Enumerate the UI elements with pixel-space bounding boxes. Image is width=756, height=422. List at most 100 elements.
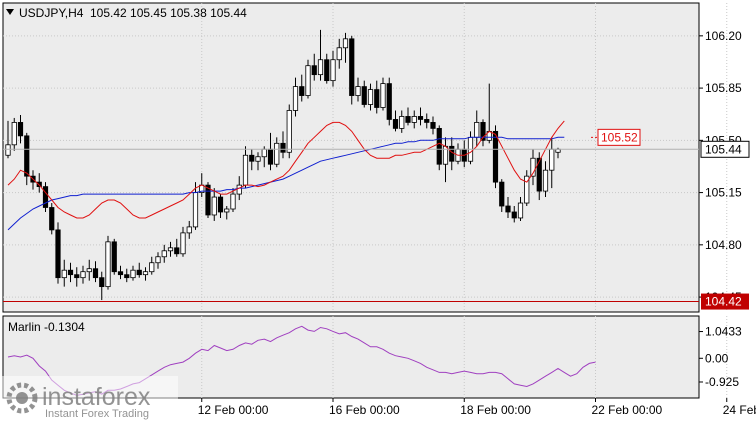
candle-body — [342, 38, 349, 49]
candle — [305, 59, 311, 99]
x-tick-label: 22 Feb 00:00 — [592, 403, 663, 417]
level-price-tag: 104.42 — [705, 295, 742, 309]
candle-body — [324, 59, 330, 82]
candle-body — [80, 271, 86, 279]
ohlc-label: 105.42 105.45 105.38 105.44 — [90, 6, 247, 20]
candle-body — [55, 229, 61, 279]
candle-body — [167, 247, 174, 252]
candle-body — [217, 196, 224, 213]
y-tick-label: 105.85 — [705, 81, 742, 95]
x-tick-label: 16 Feb 00:00 — [329, 403, 400, 417]
candle-body — [99, 277, 105, 288]
indicator-label: Marlin -0.1304 — [8, 320, 85, 334]
candle — [105, 235, 111, 290]
candle-body — [280, 142, 286, 153]
candle-body — [380, 83, 386, 108]
y-tick-label: 104.80 — [705, 238, 742, 252]
candle-body — [174, 247, 180, 255]
candle-body — [399, 116, 405, 129]
candle-body — [105, 241, 111, 288]
candle-body — [11, 122, 17, 146]
candle-body — [130, 269, 136, 279]
candle-body — [436, 127, 442, 165]
candle — [42, 182, 49, 212]
candle-body — [405, 116, 411, 123]
candle-body — [355, 86, 361, 96]
candle-body — [492, 130, 499, 183]
candle-body — [286, 110, 292, 153]
candle-body — [317, 59, 324, 76]
candle-body — [449, 145, 455, 162]
candle-body — [261, 148, 267, 158]
candle-body — [411, 116, 417, 123]
symbol-label: USDJPY,H4 — [19, 6, 84, 20]
candle-body — [311, 65, 317, 76]
candle-body — [17, 122, 24, 137]
candle-body — [367, 89, 374, 105]
candle — [436, 125, 442, 171]
candle-body — [136, 269, 142, 276]
candle-body — [92, 268, 99, 279]
watermark-tagline: Instant Forex Trading — [45, 408, 149, 420]
x-tick-label: 24 Feb 00:00 — [723, 403, 756, 417]
indicator-y-tick-label: 0.00 — [705, 351, 729, 365]
candle-body — [42, 186, 49, 208]
ma-price-tag: 105.52 — [601, 130, 638, 144]
candle-body — [111, 241, 117, 273]
y-tick-label: 105.15 — [705, 186, 742, 200]
candle-body — [86, 268, 92, 273]
candle-body — [255, 156, 261, 162]
candle-body — [24, 135, 30, 177]
candle-body — [242, 154, 249, 186]
candle-body — [267, 148, 274, 165]
candle-body — [336, 47, 342, 61]
indicator-y-tick-label: 1.0433 — [705, 325, 742, 339]
candle-body — [61, 269, 67, 279]
indicator-y-tick-label: -0.925 — [705, 375, 739, 389]
x-tick-label: 12 Feb 00:00 — [198, 403, 269, 417]
candle-body — [49, 207, 55, 231]
x-tick-label: 18 Feb 00:00 — [460, 403, 531, 417]
candle-body — [361, 86, 367, 105]
candle — [349, 35, 355, 105]
y-tick-label: 106.20 — [705, 29, 742, 43]
candle-body — [542, 169, 549, 192]
candle-body — [511, 211, 517, 219]
candle-body — [142, 271, 149, 276]
candle-body — [299, 86, 305, 96]
candle-body — [186, 226, 192, 234]
candle-body — [424, 119, 430, 123]
candle-body — [161, 250, 167, 258]
watermark-brand: instaforex — [42, 383, 151, 411]
candle-body — [374, 89, 380, 108]
candle-body — [180, 232, 186, 255]
candle-body — [205, 184, 211, 216]
candle — [286, 104, 292, 159]
candle-body — [430, 122, 436, 129]
candle-body — [192, 192, 199, 228]
candle-body — [274, 142, 280, 165]
candle-body — [230, 193, 236, 210]
candle-body — [305, 65, 311, 96]
current-price-tag: 105.44 — [705, 142, 742, 156]
candle-body — [74, 274, 80, 279]
chart-frame: 106.20105.85105.50105.15104.80104.4512 F… — [0, 2, 756, 422]
watermark-logo: instaforex Instant Forex Trading — [0, 376, 178, 422]
candle-body — [386, 83, 392, 120]
candle-body — [149, 262, 155, 273]
candle-body — [330, 59, 336, 82]
candle-body — [224, 208, 230, 213]
candle-body — [124, 274, 130, 279]
candle-body — [505, 205, 511, 213]
candle-body — [417, 116, 424, 120]
candle — [386, 77, 392, 126]
candle-body — [67, 269, 74, 276]
candle — [49, 203, 55, 235]
candle-body — [499, 181, 505, 207]
candle-body — [211, 196, 217, 216]
candle-body — [474, 122, 480, 138]
candle-body — [155, 256, 161, 264]
candle-body — [549, 148, 555, 171]
candle-body — [5, 144, 11, 156]
candle — [55, 222, 61, 284]
